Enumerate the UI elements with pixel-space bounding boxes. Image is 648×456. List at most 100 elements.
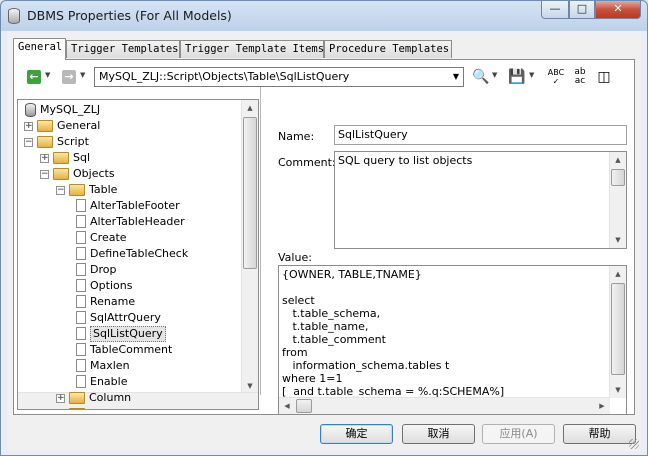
folder-icon [69, 408, 85, 409]
help-button[interactable]: 帮助 [563, 424, 636, 444]
value-horizontal-scrollbar[interactable]: ◀ ▶ [279, 397, 610, 414]
comment-label: Comment: [278, 156, 336, 169]
tree-item-label: General [57, 119, 101, 132]
expand-icon[interactable]: + [24, 122, 33, 131]
tree-item-label: Enable [90, 375, 128, 388]
tree-scroll-thumb[interactable] [243, 117, 257, 269]
scroll-left-icon[interactable]: ◀ [279, 398, 295, 414]
tree-item[interactable]: SqlListQuery [18, 326, 240, 342]
resize-grip[interactable] [629, 439, 639, 449]
tree-item[interactable]: Create [18, 230, 240, 246]
scroll-down-icon[interactable]: ▼ [610, 382, 626, 398]
tree-item[interactable]: AlterTableFooter [18, 198, 240, 214]
properties-icon[interactable]: ◫ [595, 68, 613, 86]
maximize-button[interactable]: □ [569, 1, 595, 19]
tree-item[interactable]: Maxlen [18, 358, 240, 374]
close-icon: ✕ [613, 2, 623, 15]
tab-general[interactable]: General [13, 38, 66, 60]
expand-icon[interactable]: + [56, 394, 65, 403]
cancel-button[interactable]: 取消 [402, 424, 475, 444]
maximize-icon: □ [576, 2, 588, 15]
tree-folder[interactable]: − Table [18, 182, 240, 198]
pane-splitter[interactable] [260, 87, 261, 395]
tree-item-label: Drop [90, 263, 117, 276]
back-dropdown-icon[interactable]: ▼ [45, 71, 50, 79]
title-bar[interactable]: DBMS Properties (For All Models) — □ ✕ [1, 1, 647, 31]
value-vertical-scrollbar[interactable]: ▲ ▼ [609, 266, 626, 398]
comment-scrollbar[interactable]: ▲ ▼ [609, 152, 626, 248]
ok-button[interactable]: 确定 [320, 424, 393, 444]
back-arrow-icon[interactable]: ← [27, 70, 41, 84]
chevron-down-icon[interactable]: ▼ [453, 68, 459, 86]
value-editor[interactable]: {OWNER, TABLE,TNAME} select t.table_sche… [278, 265, 627, 415]
tree-item-label: Maxlen [90, 359, 130, 372]
save-dropdown-icon[interactable]: ▼ [529, 71, 534, 79]
tree-folder[interactable]: + General [18, 118, 240, 134]
collapse-icon[interactable]: − [24, 138, 33, 147]
comment-field[interactable]: SQL query to list objects ▲ ▼ [334, 151, 627, 249]
forward-dropdown-icon[interactable]: ▼ [80, 71, 85, 79]
tree-item[interactable]: SqlAttrQuery [18, 310, 240, 326]
tree-item-label: Script [57, 135, 89, 148]
object-path-combo[interactable]: MySQL_ZLJ::Script\Objects\Table\SqlListQ… [94, 67, 464, 87]
collapse-icon[interactable]: − [40, 170, 49, 179]
tree-item-label: Column [89, 391, 132, 404]
general-tab-panel: ← ▼ → ▼ MySQL_ZLJ::Script\Objects\Table\… [13, 59, 635, 415]
tree-item-label: Objects [73, 167, 115, 180]
close-button[interactable]: ✕ [595, 1, 641, 19]
forward-arrow-icon[interactable]: → [62, 70, 76, 84]
tree-item-label: Table [89, 183, 118, 196]
apply-button[interactable]: 应用(A) [482, 424, 555, 444]
find-dropdown-icon[interactable]: ▼ [492, 71, 497, 79]
object-path-value: MySQL_ZLJ::Script\Objects\Table\SqlListQ… [99, 70, 350, 83]
tab-procedure-templates[interactable]: Procedure Templates [324, 40, 452, 58]
comment-scroll-thumb[interactable] [611, 169, 625, 186]
find-icon[interactable]: 🔍 [472, 68, 490, 86]
name-field[interactable]: SqlListQuery [334, 125, 627, 145]
tree-item[interactable]: Enable [18, 374, 240, 390]
spell-check-icon[interactable]: ABC ✓ [547, 68, 565, 86]
scroll-down-icon[interactable]: ▼ [610, 232, 626, 248]
tree-item-label: AlterTableHeader [90, 215, 185, 228]
folder-icon [69, 184, 85, 196]
document-icon [76, 231, 86, 244]
tree-item[interactable]: AlterTableHeader [18, 214, 240, 230]
scroll-up-icon[interactable]: ▲ [610, 152, 626, 168]
tree-item[interactable]: Options [18, 278, 240, 294]
setting-item-icon [76, 375, 86, 388]
minimize-button[interactable]: — [541, 1, 569, 19]
folder-icon [53, 152, 69, 164]
tree-item[interactable]: TableComment [18, 342, 240, 358]
value-scroll-thumb[interactable] [611, 283, 625, 375]
scroll-up-icon[interactable]: ▲ [242, 100, 258, 116]
tree-root[interactable]: MySQL_ZLJ [18, 102, 240, 118]
folder-icon [69, 392, 85, 404]
value-hscroll-thumb[interactable] [296, 399, 312, 413]
tab-trigger-template-items[interactable]: Trigger Template Items [180, 40, 324, 58]
scroll-right-icon[interactable]: ▶ [594, 398, 610, 414]
tree-item[interactable]: Rename [18, 294, 240, 310]
window-title: DBMS Properties (For All Models) [27, 8, 232, 23]
tree-folder[interactable]: − Script [18, 134, 240, 150]
collapse-icon[interactable]: − [56, 186, 65, 195]
tree-folder[interactable]: + Sql [18, 150, 240, 166]
tree-item[interactable]: Drop [18, 262, 240, 278]
tree-folder[interactable]: + Column [18, 390, 240, 406]
dbms-properties-window: DBMS Properties (For All Models) — □ ✕ G… [0, 0, 648, 456]
document-icon [76, 199, 86, 212]
expand-icon[interactable]: + [40, 154, 49, 163]
tree-vertical-scrollbar[interactable]: ▲ ▼ [241, 100, 258, 394]
tab-label: Trigger Template Items [185, 43, 325, 55]
save-icon[interactable]: 💾 [508, 68, 526, 86]
document-icon [76, 215, 86, 228]
object-tree[interactable]: ▲ ▼ MySQL_ZLJ + General − Script + Sql − Objects… [17, 99, 259, 410]
tab-trigger-templates[interactable]: Trigger Templates [66, 40, 180, 58]
tree-folder[interactable]: − Objects [18, 166, 240, 182]
replace-icon[interactable]: ab ac [571, 68, 589, 86]
scroll-up-icon[interactable]: ▲ [610, 266, 626, 282]
tab-label: Procedure Templates [329, 43, 450, 55]
tree-item[interactable]: DefineTableCheck [18, 246, 240, 262]
document-icon [76, 327, 86, 340]
tree-folder[interactable]: +Index [18, 406, 240, 409]
document-icon [76, 279, 86, 292]
